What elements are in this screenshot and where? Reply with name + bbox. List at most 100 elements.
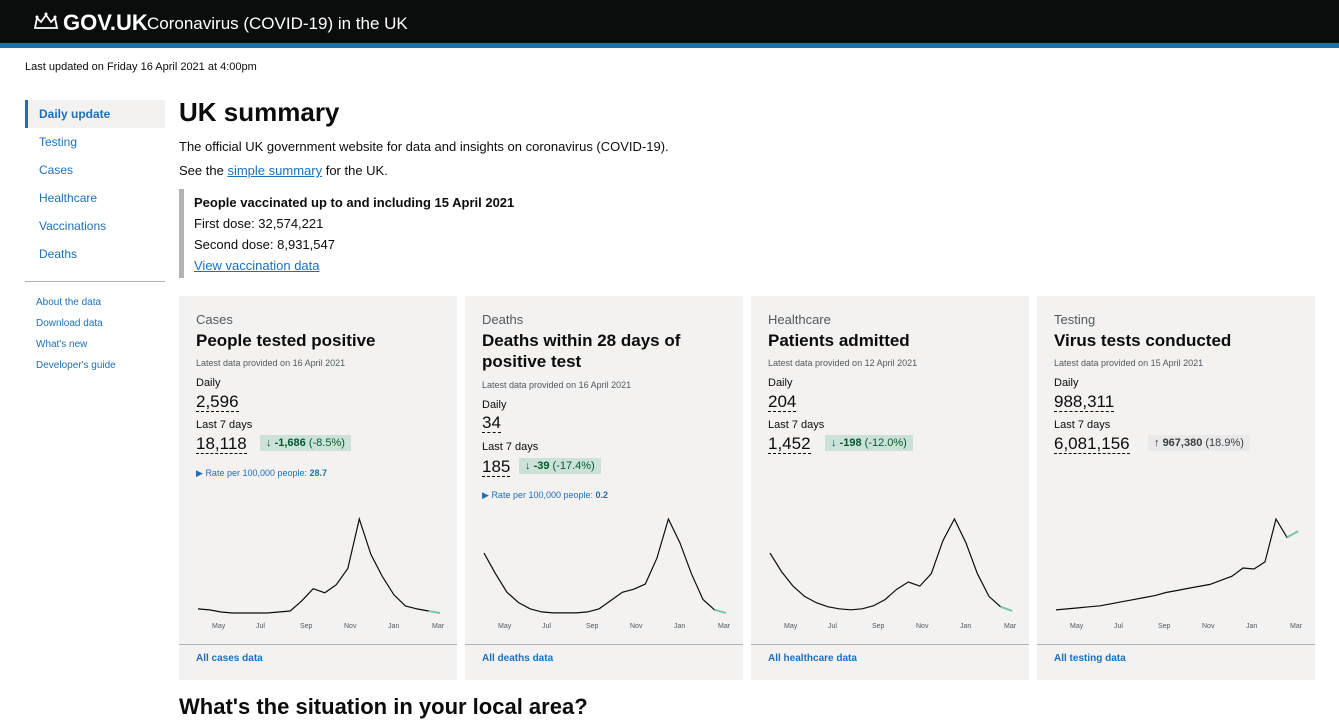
arrow-down-icon: ↓ bbox=[266, 437, 272, 449]
x-tick-label: Jul bbox=[1114, 623, 1123, 630]
change-badge: ↓ -198 (-12.0%) bbox=[825, 435, 913, 451]
all-cases-link[interactable]: All cases data bbox=[196, 653, 263, 664]
header-stripe bbox=[0, 43, 1339, 48]
last-updated: Last updated on Friday 16 April 2021 at … bbox=[25, 61, 257, 73]
daily-label: Daily bbox=[196, 377, 221, 389]
daily-value[interactable]: 204 bbox=[768, 393, 797, 412]
card-divider bbox=[751, 644, 1029, 645]
x-tick-label: Nov bbox=[916, 623, 929, 630]
daily-value[interactable]: 34 bbox=[482, 414, 501, 433]
x-tick-label: Mar bbox=[718, 623, 730, 630]
x-tick-label: Jan bbox=[1246, 623, 1257, 630]
change-pct: (-17.4%) bbox=[552, 460, 595, 472]
local-area-heading: What's the situation in your local area? bbox=[179, 694, 588, 719]
daily-value[interactable]: 2,596 bbox=[196, 393, 239, 412]
view-vaccination-link[interactable]: View vaccination data bbox=[194, 258, 514, 273]
x-tick-label: May bbox=[784, 623, 798, 630]
x-tick-label: May bbox=[1070, 623, 1084, 630]
simple-summary-link[interactable]: simple summary bbox=[227, 163, 322, 178]
series-line bbox=[197, 516, 441, 614]
change-badge: ↓ -1,686 (-8.5%) bbox=[260, 435, 351, 451]
rate-label: Rate per 100,000 people: bbox=[491, 490, 594, 500]
vaccination-inset: People vaccinated up to and including 15… bbox=[179, 189, 514, 278]
x-tick-label: Jul bbox=[542, 623, 551, 630]
see-prefix: See the bbox=[179, 163, 224, 178]
card-category: Cases bbox=[196, 312, 233, 327]
week-value[interactable]: 185 bbox=[482, 458, 511, 477]
daily-label: Daily bbox=[1054, 377, 1079, 389]
x-tick-label: Sep bbox=[872, 623, 885, 630]
card-latest: Latest data provided on 15 April 2021 bbox=[1054, 358, 1204, 368]
card-title: Patients admitted bbox=[768, 331, 910, 350]
nav-testing[interactable]: Testing bbox=[25, 128, 165, 156]
triangle-right-icon: ▶ bbox=[196, 468, 203, 478]
series-line bbox=[1055, 517, 1299, 611]
nav-healthcare[interactable]: Healthcare bbox=[25, 184, 165, 212]
card-deaths: Deaths Deaths within 28 days of positive… bbox=[465, 296, 743, 680]
week-label: Last 7 days bbox=[482, 441, 539, 453]
x-tick-label: Jul bbox=[828, 623, 837, 630]
x-tick-label: Jul bbox=[256, 623, 265, 630]
x-tick-label: Mar bbox=[1290, 623, 1302, 630]
latest-segment bbox=[1000, 605, 1013, 612]
nav-vaccinations[interactable]: Vaccinations bbox=[25, 212, 165, 240]
week-value[interactable]: 1,452 bbox=[768, 435, 811, 454]
card-title: People tested positive bbox=[196, 331, 376, 350]
x-tick-label: Mar bbox=[432, 623, 444, 630]
all-healthcare-link[interactable]: All healthcare data bbox=[768, 653, 857, 664]
nav-divider bbox=[25, 281, 165, 282]
x-tick-label: May bbox=[498, 623, 512, 630]
change-value: -39 bbox=[533, 460, 550, 472]
card-category: Deaths bbox=[482, 312, 524, 327]
nav-cases[interactable]: Cases bbox=[25, 156, 165, 184]
nav-deaths[interactable]: Deaths bbox=[25, 240, 165, 268]
card-latest: Latest data provided on 16 April 2021 bbox=[196, 358, 346, 368]
week-value[interactable]: 6,081,156 bbox=[1054, 435, 1130, 454]
card-category: Testing bbox=[1054, 312, 1096, 327]
change-badge: ↑ 967,380 (18.9%) bbox=[1148, 435, 1250, 451]
rate-value: 28.7 bbox=[309, 468, 328, 478]
x-tick-label: Nov bbox=[1202, 623, 1215, 630]
all-deaths-link[interactable]: All deaths data bbox=[482, 653, 553, 664]
card-latest: Latest data provided on 12 April 2021 bbox=[768, 358, 918, 368]
healthcare-sparkline: May Jul Sep Nov Jan Mar bbox=[769, 517, 1016, 630]
x-tick-label: Jan bbox=[674, 623, 685, 630]
second-dose: Second dose: 8,931,547 bbox=[194, 237, 335, 252]
nav-download-data[interactable]: Download data bbox=[25, 313, 165, 334]
daily-value[interactable]: 988,311 bbox=[1054, 393, 1115, 412]
nav-daily-update[interactable]: Daily update bbox=[25, 100, 165, 128]
card-testing: Testing Virus tests conducted Latest dat… bbox=[1037, 296, 1315, 680]
rate-label: Rate per 100,000 people: bbox=[205, 468, 308, 478]
all-testing-link[interactable]: All testing data bbox=[1054, 653, 1126, 664]
x-tick-label: Sep bbox=[300, 623, 313, 630]
testing-sparkline: May Jul Sep Nov Jan Mar bbox=[1055, 517, 1302, 630]
side-nav: Daily update Testing Cases Healthcare Va… bbox=[25, 100, 165, 376]
card-divider bbox=[179, 644, 457, 645]
series-line bbox=[769, 517, 1013, 612]
simple-summary-line: See the simple summary for the UK. bbox=[179, 163, 388, 178]
triangle-right-icon: ▶ bbox=[482, 490, 489, 500]
change-pct: (-12.0%) bbox=[864, 437, 907, 449]
see-suffix: for the UK. bbox=[325, 163, 388, 178]
x-tick-label: Sep bbox=[1158, 623, 1171, 630]
service-name[interactable]: Coronavirus (COVID-19) in the UK bbox=[147, 14, 408, 34]
govuk-logo-text[interactable]: GOV.UK bbox=[63, 10, 148, 36]
change-pct: (18.9%) bbox=[1205, 437, 1244, 449]
nav-whats-new[interactable]: What's new bbox=[25, 334, 165, 355]
change-value: 967,380 bbox=[1162, 437, 1203, 449]
intro-text: The official UK government website for d… bbox=[179, 139, 669, 154]
arrow-up-icon: ↑ bbox=[1154, 437, 1160, 449]
crown-icon bbox=[33, 12, 59, 29]
change-value: -1,686 bbox=[274, 437, 306, 449]
week-value[interactable]: 18,118 bbox=[196, 435, 247, 454]
change-badge: ↓ -39 (-17.4%) bbox=[519, 458, 601, 474]
daily-label: Daily bbox=[768, 377, 793, 389]
rate-toggle[interactable]: ▶ Rate per 100,000 people: 0.2 bbox=[482, 490, 608, 501]
rate-toggle[interactable]: ▶ Rate per 100,000 people: 28.7 bbox=[196, 468, 327, 479]
nav-about-data[interactable]: About the data bbox=[25, 292, 165, 313]
card-healthcare: Healthcare Patients admitted Latest data… bbox=[751, 296, 1029, 680]
nav-developers-guide[interactable]: Developer's guide bbox=[25, 355, 165, 376]
arrow-down-icon: ↓ bbox=[831, 437, 837, 449]
x-tick-label: Jan bbox=[388, 623, 399, 630]
x-tick-label: Sep bbox=[586, 623, 599, 630]
